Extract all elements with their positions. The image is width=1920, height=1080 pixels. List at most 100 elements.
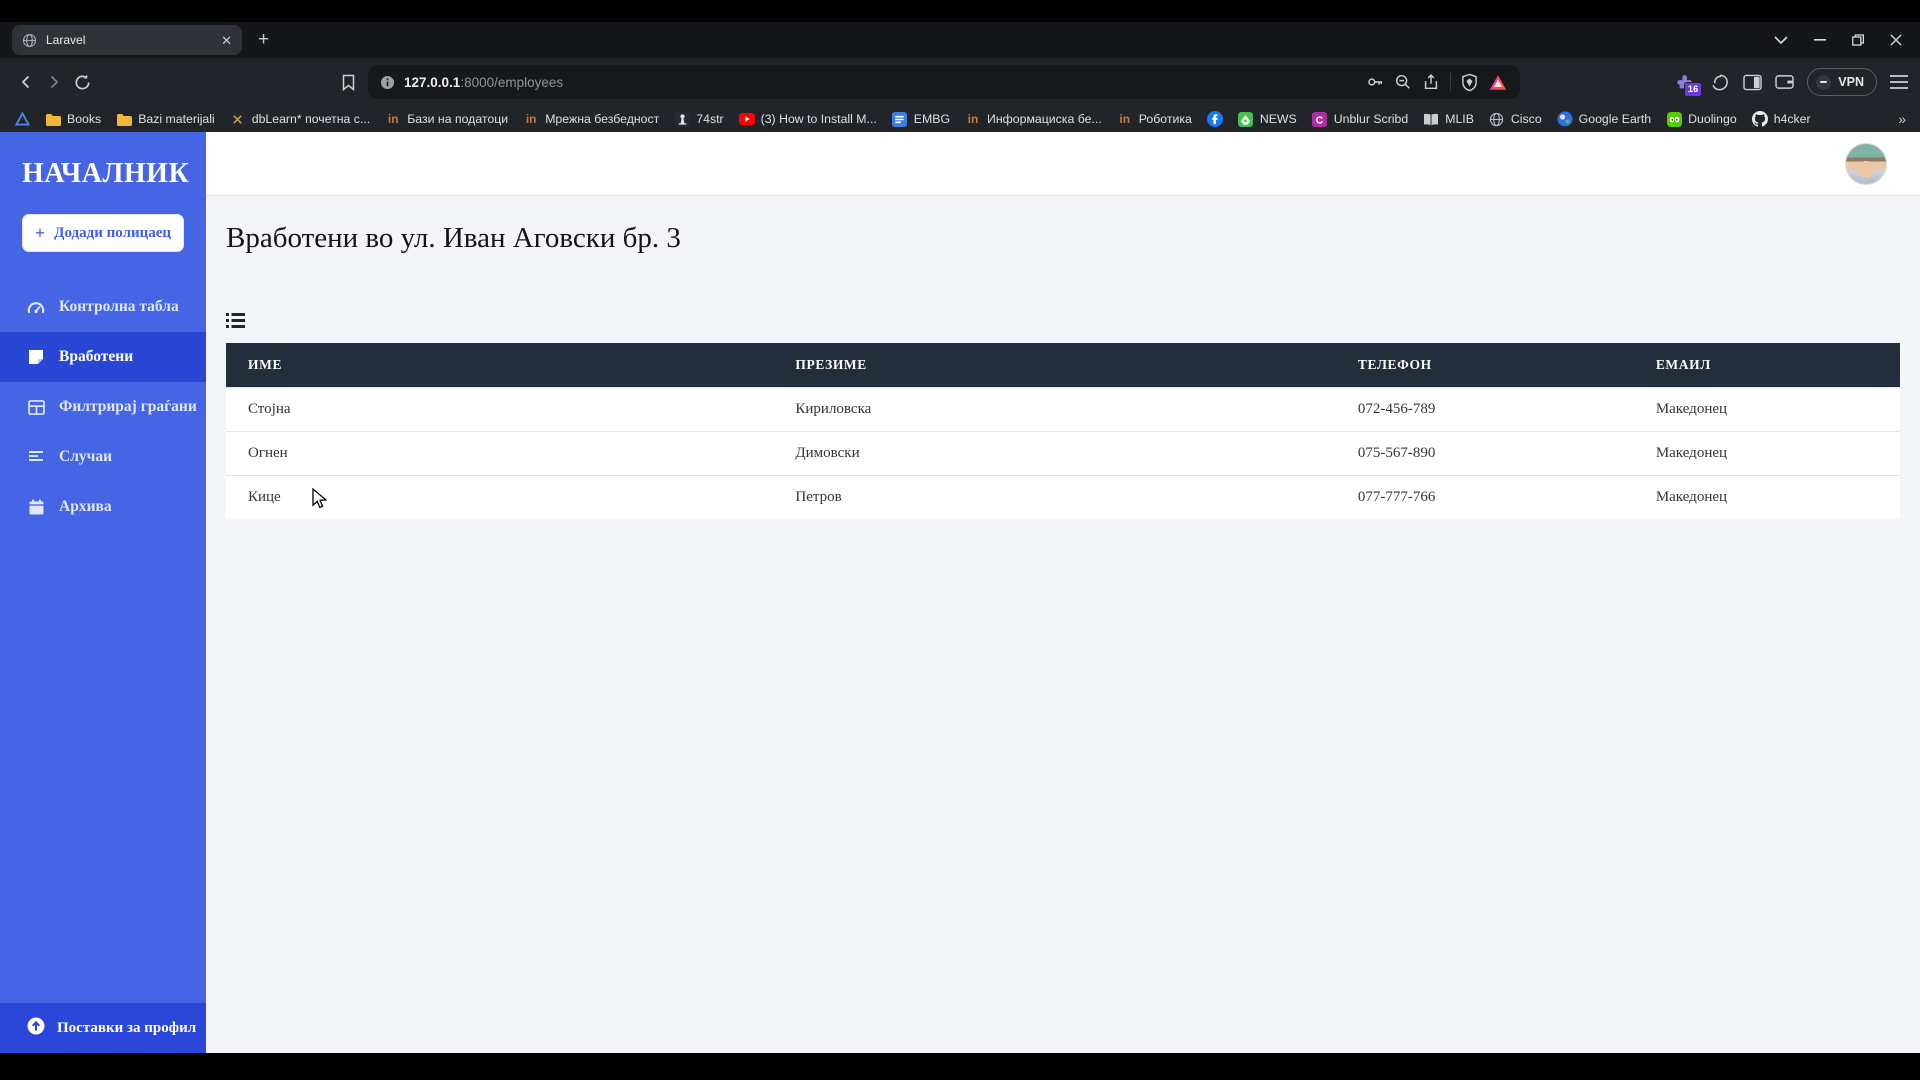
bookmark-item[interactable]: [1206, 111, 1223, 127]
folder-icon: [116, 111, 133, 127]
user-avatar[interactable]: [1845, 143, 1887, 185]
wallet-icon[interactable]: [1775, 74, 1794, 90]
url-text: 127.0.0.1:8000/employees: [404, 74, 564, 90]
earth-icon: [1557, 111, 1573, 127]
bookmark-item[interactable]: h4cker: [1751, 111, 1811, 127]
app-title: НАЧАЛНИК: [22, 158, 190, 189]
vpn-button[interactable]: VPN: [1807, 68, 1877, 96]
bookmarks-overflow-chevron[interactable]: »: [1898, 111, 1906, 127]
reload-button[interactable]: [68, 68, 96, 96]
cell-surname: Петров: [773, 475, 1336, 519]
brave-shield-icon[interactable]: [1461, 73, 1478, 92]
page-content: НАЧАЛНИК + Додади полицаец Контролна таб…: [0, 132, 1920, 1053]
sidebar-item-filter-citizens[interactable]: Филтрирај граѓани: [0, 382, 206, 432]
key-icon[interactable]: [1366, 73, 1384, 91]
side-panel-icon[interactable]: [1743, 74, 1763, 91]
list-view-icon[interactable]: [226, 312, 246, 334]
restore-button[interactable]: [1852, 34, 1864, 46]
sidebar-item-cases[interactable]: Случаи: [0, 432, 206, 482]
cell-phone: 072-456-789: [1335, 387, 1634, 432]
table-row: Кице Петров 077-777-766 Македонец: [226, 475, 1900, 519]
bookmark-item[interactable]: NEWS: [1238, 111, 1297, 127]
tab-close-icon[interactable]: ✕: [221, 34, 232, 47]
bookmark-item[interactable]: Cisco: [1489, 111, 1542, 127]
linkedin-icon: in: [1119, 112, 1131, 126]
cell-email: Македонец: [1633, 475, 1900, 519]
bookmark-item[interactable]: Books: [45, 111, 101, 127]
employees-table: ИМЕ ПРЕЗИМЕ ТЕЛЕФОН ЕМАИЛ Стојна Кирилов…: [226, 343, 1900, 519]
note-icon: [27, 349, 45, 365]
sidebar-item-dashboard[interactable]: Контролна табла: [0, 282, 206, 332]
bookmark-item[interactable]: (3) How to Install M...: [738, 111, 877, 127]
linkedin-icon: in: [387, 112, 399, 126]
forward-button[interactable]: [40, 68, 68, 96]
bookmark-item[interactable]: in Мрежна безбедност: [523, 111, 659, 127]
address-bar[interactable]: 127.0.0.1:8000/employees: [368, 65, 1520, 99]
bookmarks-bar: Books Bazi materijali dbLearn* почетна с…: [0, 106, 1920, 132]
globe-icon: [1489, 111, 1505, 127]
bookmark-item[interactable]: in Бази на податоци: [385, 111, 508, 127]
bookmark-item[interactable]: dbLearn* почетна с...: [230, 111, 370, 127]
sidebar-item-archive[interactable]: Архива: [0, 482, 206, 532]
new-tab-button[interactable]: +: [258, 29, 269, 51]
gauge-icon: [27, 300, 45, 315]
tab-strip: Laravel ✕ +: [0, 22, 1920, 58]
bookmark-item[interactable]: in Роботика: [1117, 111, 1191, 127]
share-icon[interactable]: [1422, 73, 1440, 91]
calendar-icon: [27, 499, 45, 515]
svg-text:C: C: [1316, 115, 1324, 126]
brave-rewards-icon[interactable]: [1488, 73, 1508, 92]
facebook-icon: [1206, 111, 1223, 127]
bookmark-item[interactable]: in Информациска бе...: [965, 111, 1102, 127]
column-header-phone: ТЕЛЕФОН: [1335, 343, 1634, 388]
plus-icon: +: [34, 223, 46, 243]
cell-email: Македонец: [1633, 387, 1900, 432]
column-header-name: ИМЕ: [226, 343, 774, 388]
main-area: Вработени во ул. Иван Аговски бр. 3 ИМЕ …: [206, 132, 1920, 1053]
tab-search-chevron-icon[interactable]: [1774, 36, 1788, 44]
bookmark-item[interactable]: 74str: [674, 111, 724, 127]
bookmark-item[interactable]: [14, 111, 30, 127]
github-icon: [1751, 111, 1768, 127]
bookmark-item[interactable]: Google Earth: [1557, 111, 1651, 127]
feedly-icon: [1238, 111, 1254, 127]
leo-ai-icon[interactable]: [1711, 73, 1730, 92]
close-button[interactable]: [1890, 34, 1902, 46]
content: Вработени во ул. Иван Аговски бр. 3 ИМЕ …: [206, 196, 1920, 519]
book-icon: [1423, 111, 1439, 127]
site-info-icon[interactable]: [380, 75, 395, 90]
linkedin-icon: in: [525, 112, 537, 126]
bookmark-flag-icon[interactable]: [334, 68, 362, 96]
table-row: Огнен Димовски 075-567-890 Македонец: [226, 431, 1900, 476]
sidebar-item-employees[interactable]: Вработени: [0, 332, 206, 382]
linkedin-icon: in: [967, 112, 979, 126]
bookmark-item[interactable]: EMBG: [892, 111, 950, 127]
back-button[interactable]: [12, 68, 40, 96]
table-row: Стојна Кириловска 072-456-789 Македонец: [226, 387, 1900, 432]
table-icon: [27, 399, 45, 415]
dblearn-icon: [230, 111, 246, 127]
bookmark-item[interactable]: C Unblur Scribd: [1312, 111, 1408, 127]
duolingo-icon: [1666, 111, 1682, 127]
zoom-out-icon[interactable]: [1394, 73, 1412, 91]
list-lines-icon: [27, 450, 45, 464]
tab-title: Laravel: [46, 33, 86, 47]
profile-settings-button[interactable]: Поставки за профил: [0, 1003, 206, 1053]
add-policeman-button[interactable]: + Додади полицаец: [22, 214, 184, 252]
bookmark-item[interactable]: MLIB: [1423, 111, 1474, 127]
bookmark-item[interactable]: Bazi materijali: [116, 111, 215, 127]
minimize-button[interactable]: [1814, 39, 1826, 41]
cell-phone: 077-777-766: [1335, 475, 1634, 519]
column-header-email: ЕМАИЛ: [1633, 343, 1900, 388]
triangle-logo-icon: [14, 111, 30, 127]
youtube-icon: [738, 111, 755, 127]
menu-icon[interactable]: [1890, 75, 1908, 89]
extension-badge: 16: [1683, 82, 1703, 97]
sidebar-nav: Контролна табла Вработени Филтрирај граѓ…: [0, 282, 206, 532]
cell-email: Македонец: [1633, 431, 1900, 476]
tab-laravel[interactable]: Laravel ✕: [12, 25, 242, 55]
cell-surname: Кириловска: [773, 387, 1336, 432]
extension-icon[interactable]: 16: [1674, 70, 1703, 97]
cell-phone: 075-567-890: [1335, 431, 1634, 476]
bookmark-item[interactable]: Duolingo: [1666, 111, 1737, 127]
